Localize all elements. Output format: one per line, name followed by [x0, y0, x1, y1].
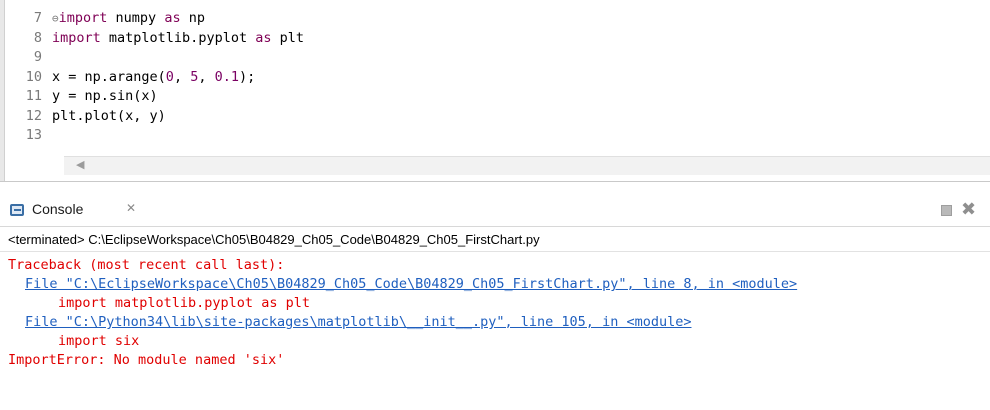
console-line: File "C:\Python34\lib\site-packages\matp… — [8, 313, 983, 332]
line-number: 9 — [33, 49, 42, 65]
keyword: as — [164, 10, 181, 26]
keyword: import — [58, 10, 108, 26]
console-line: ImportError: No module named 'six' — [8, 352, 285, 368]
line-number: 12 — [25, 107, 42, 124]
line-number: 8 — [33, 29, 42, 46]
console-status: <terminated> C:\EclipseWorkspace\Ch05\B0… — [0, 226, 990, 252]
number-literal: 0.1 — [214, 68, 239, 85]
code-line-7[interactable]: 7 ⊖import numpy as np — [10, 9, 304, 29]
code-text: plt.plot(x, y) — [52, 107, 166, 124]
code-line-10[interactable]: 10 x = np.arange(0, 5, 0.1); — [10, 68, 304, 88]
remove-all-icon[interactable]: ✖ — [961, 199, 976, 220]
console-line: File "C:\EclipseWorkspace\Ch05\B04829_Ch… — [8, 275, 983, 294]
fold-icon[interactable]: ⊖ — [52, 12, 59, 25]
keyword: as — [255, 29, 272, 46]
line-number: 13 — [25, 127, 42, 143]
code-line-11[interactable]: 11 y = np.sin(x) — [10, 87, 304, 107]
code-line-9[interactable]: 9 — [10, 48, 304, 68]
code-text: , — [198, 68, 215, 85]
file-link[interactable]: File "C:\Python34\lib\site-packages\matp… — [25, 314, 691, 330]
console-line: Traceback (most recent call last): — [8, 257, 285, 273]
line-number: 11 — [25, 88, 42, 104]
keyword: import — [52, 29, 101, 46]
number-literal: 0 — [165, 68, 174, 85]
code-text: , — [173, 68, 191, 85]
console-icon — [10, 204, 24, 216]
close-icon[interactable]: ✕ — [126, 201, 136, 215]
editor-gutter-border — [0, 0, 5, 181]
line-number: 7 — [33, 10, 42, 26]
code-line-12[interactable]: 12 plt.plot(x, y) — [10, 107, 304, 127]
scroll-left-icon[interactable]: ◀ — [76, 158, 84, 171]
code-text: np — [180, 10, 205, 26]
code-text: numpy — [107, 10, 165, 26]
code-line-8[interactable]: 8 import matplotlib.pyplot as plt — [10, 29, 304, 49]
code-text: x = np.arange( — [52, 68, 166, 85]
code-text: matplotlib.pyplot — [100, 29, 256, 46]
code-text: ); — [239, 68, 256, 85]
console-tab-title[interactable]: Console — [32, 201, 83, 217]
console-line: import six — [58, 333, 140, 349]
code-area[interactable]: 7 ⊖import numpy as np 8 import matplotlib.… — [10, 9, 304, 146]
console-tab-bar: Console ✕ ✖ — [0, 196, 990, 226]
horizontal-scrollbar[interactable]: ◀ — [64, 156, 990, 175]
stop-icon[interactable] — [941, 205, 952, 216]
code-editor[interactable]: 7 ⊖import numpy as np 8 import matplotlib.… — [0, 0, 990, 182]
console-line: import matplotlib.pyplot as plt — [58, 295, 310, 311]
file-link[interactable]: File "C:\EclipseWorkspace\Ch05\B04829_Ch… — [25, 276, 797, 292]
code-text: plt — [271, 29, 304, 46]
line-number: 10 — [25, 68, 42, 85]
code-line-13[interactable]: 13 — [10, 126, 304, 146]
console-output[interactable]: Traceback (most recent call last): File … — [8, 256, 983, 370]
code-text: y = np.sin(x) — [52, 88, 158, 104]
